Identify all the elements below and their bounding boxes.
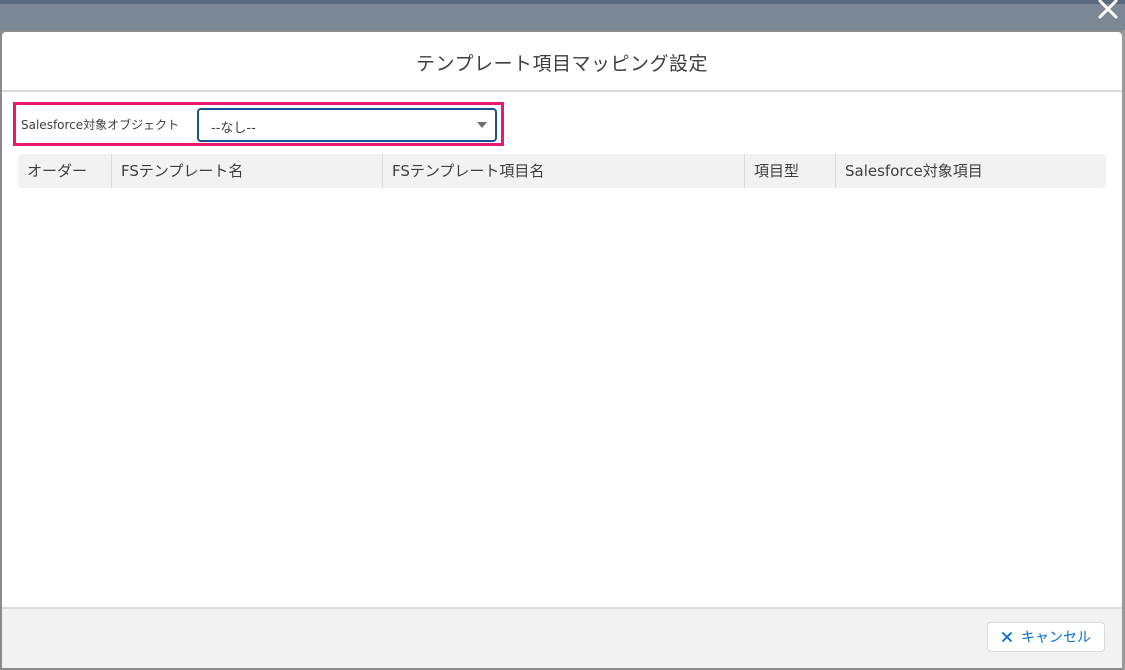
modal-header: テンプレート項目マッピング設定: [2, 32, 1122, 92]
object-selector-highlight: Salesforce対象オブジェクト --なし--: [13, 102, 504, 146]
cancel-button[interactable]: キャンセル: [987, 622, 1105, 652]
cross-icon: [1001, 631, 1013, 643]
triangle-down-icon: [477, 122, 487, 128]
column-header-fs-template-name[interactable]: FSテンプレート名: [111, 154, 382, 188]
column-header-salesforce-field[interactable]: Salesforce対象項目: [835, 154, 1106, 188]
object-selector-label: Salesforce対象オブジェクト: [21, 118, 180, 132]
modal-title: テンプレート項目マッピング設定: [416, 53, 708, 75]
close-icon[interactable]: [1095, 0, 1121, 22]
background-app-header: [0, 0, 1125, 30]
object-select[interactable]: --なし--: [197, 108, 497, 142]
modal-footer: キャンセル: [2, 607, 1122, 668]
mapping-modal: テンプレート項目マッピング設定 Salesforce対象オブジェクト --なし-…: [2, 32, 1122, 668]
mapping-table-header: オーダー FSテンプレート名 FSテンプレート項目名 項目型 Salesforc…: [18, 154, 1106, 188]
column-header-order[interactable]: オーダー: [18, 154, 111, 188]
cancel-button-label: キャンセル: [1021, 630, 1091, 646]
column-header-field-type[interactable]: 項目型: [744, 154, 835, 188]
column-header-fs-template-field-name[interactable]: FSテンプレート項目名: [382, 154, 744, 188]
object-select-value: --なし--: [211, 121, 256, 136]
modal-body: Salesforce対象オブジェクト --なし-- オーダー FSテンプレート名…: [2, 92, 1122, 608]
